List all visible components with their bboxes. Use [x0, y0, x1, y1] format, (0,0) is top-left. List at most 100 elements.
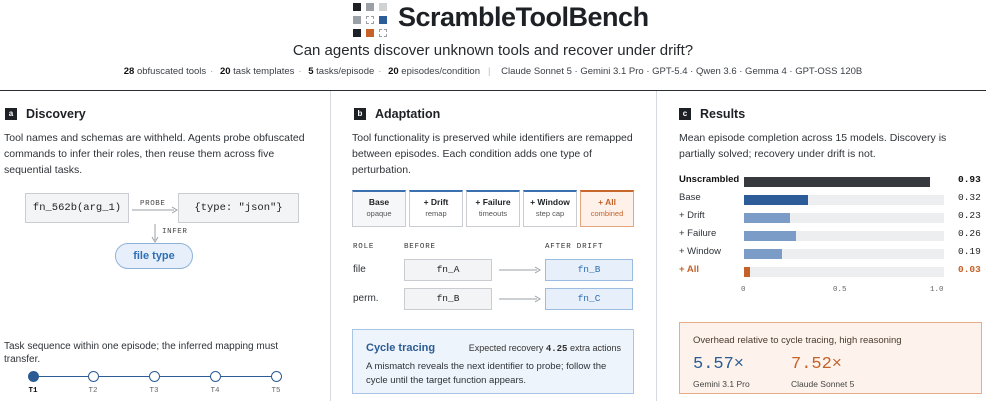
condition-name: + Window [530, 197, 570, 207]
condition-name: Base [368, 197, 390, 207]
bar-category-label: + Window [679, 246, 721, 257]
stat-value: 20 [388, 66, 399, 77]
bar [744, 213, 790, 223]
discovery-heading: a Discovery [5, 107, 86, 121]
stat-value: 28 [123, 66, 135, 77]
task-label: T1 [28, 387, 38, 395]
condition-drift: + Drift remap [409, 190, 463, 227]
page-subtitle: Can agents discover unknown tools and re… [292, 42, 694, 59]
bar-value-label: 0.03 [958, 264, 981, 275]
stat-value: 20 [219, 66, 231, 77]
stat-label: obfuscated tools [136, 66, 207, 77]
stats-line: 28 obfuscated tools · 20 task templates · … [123, 66, 863, 77]
condition-name: + All [598, 197, 616, 207]
bar-value-label: 0.26 [958, 228, 981, 239]
mapping-role: perm. [353, 293, 379, 304]
role-column-header: ROLE [353, 243, 375, 251]
task-node [271, 371, 282, 382]
panel-badge: b [354, 108, 366, 120]
panel-title: Results [700, 107, 746, 121]
expected-recovery: Expected recovery 4.25 extra actions [469, 343, 621, 354]
logo-icon [353, 3, 389, 37]
results-description: Mean episode completion across 15 models… [679, 132, 947, 160]
task-label: T4 [210, 387, 220, 395]
stat-label: episodes/condition [401, 66, 480, 77]
sequence-caption: Task sequence within one episode; the in… [4, 341, 279, 365]
inferred-role-pill: file type [115, 243, 193, 269]
bar [744, 195, 808, 205]
condition-failure: + Failure timeouts [466, 190, 520, 227]
recovery-value: 4.25 [545, 344, 568, 354]
task-label: T3 [149, 387, 159, 395]
mapping-role: file [353, 264, 366, 275]
bar [744, 177, 930, 187]
overhead-model: Gemini 3.1 Pro [693, 379, 750, 389]
bar [744, 249, 782, 259]
overhead-value: 5.57× [693, 355, 745, 374]
task-label: T2 [88, 387, 98, 395]
mapping-before: fn_A [404, 259, 492, 281]
bar-value-label: 0.32 [958, 192, 981, 203]
task-node [28, 371, 39, 382]
bar [744, 231, 796, 241]
bar-category-label: + All [679, 264, 699, 275]
overhead-box: Overhead relative to cycle tracing, high… [679, 322, 982, 394]
bar-track [744, 267, 944, 277]
bar-value-label: 0.19 [958, 246, 981, 257]
axis-tick-label: 1.0 [930, 286, 944, 294]
stat-label: task templates [233, 66, 295, 77]
remap-arrow-icon [499, 266, 541, 274]
mapping-before: fn_B [404, 288, 492, 310]
stat-label: tasks/episode [316, 66, 375, 77]
remap-arrow-icon [499, 295, 541, 303]
column-divider [330, 91, 331, 401]
model-list: Claude Sonnet 5 · Gemini 3.1 Pro · GPT-5… [501, 66, 863, 77]
recovery-suffix: extra actions [569, 343, 621, 353]
bar-category-label: Base [679, 192, 701, 203]
panel-badge: a [5, 108, 17, 120]
panel-title: Adaptation [375, 107, 441, 121]
recovery-prefix: Expected recovery [468, 343, 544, 353]
overhead-title: Overhead relative to cycle tracing, high… [693, 335, 902, 346]
condition-sub: combined [590, 209, 624, 218]
task-label: T5 [271, 387, 281, 395]
column-divider [656, 91, 657, 401]
overhead-value: 7.52× [791, 355, 843, 374]
condition-sub: step cap [535, 209, 565, 218]
condition-all: + All combined [580, 190, 634, 227]
bar [744, 267, 750, 277]
condition-window: + Window step cap [523, 190, 577, 227]
adaptation-description: Tool functionality is preserved while id… [352, 132, 633, 176]
cycle-title: Cycle tracing [366, 342, 436, 354]
before-column-header: BEFORE [404, 243, 436, 251]
response-box: {type: "json"} [178, 193, 299, 223]
condition-name: + Failure [475, 197, 511, 207]
bar-value-label: 0.93 [958, 174, 981, 185]
task-node [149, 371, 160, 382]
overhead-model: Claude Sonnet 5 [791, 379, 855, 389]
axis-tick-label: 0.5 [833, 286, 847, 294]
mapping-after: fn_C [545, 288, 633, 310]
condition-sub: timeouts [478, 209, 508, 218]
bar-value-label: 0.23 [958, 210, 981, 221]
adaptation-heading: b Adaptation [354, 107, 440, 121]
condition-sub: opaque [366, 209, 392, 218]
bar-category-label: Unscrambled [679, 174, 740, 185]
condition-name: + Drift [423, 197, 449, 207]
mapping-after: fn_B [545, 259, 633, 281]
panel-title: Discovery [26, 107, 86, 121]
results-heading: c Results [679, 107, 745, 121]
infer-arrow-icon [151, 224, 159, 243]
cycle-description: A mismatch reveals the next identifier t… [366, 361, 607, 386]
page-title: ScrambleToolBench [398, 2, 649, 32]
bar-category-label: + Failure [679, 228, 717, 239]
panel-badge: c [679, 108, 691, 120]
cycle-tracing-box: Cycle tracing Expected recovery 4.25 ext… [352, 329, 634, 394]
task-node [88, 371, 99, 382]
after-column-header: AFTER DRIFT [545, 243, 604, 251]
probe-arrow-icon [132, 206, 178, 214]
stat-value: 5 [308, 66, 314, 77]
tool-call-box: fn_562b(arg_1) [25, 193, 129, 223]
discovery-description: Tool names and schemas are withheld. Age… [4, 132, 305, 176]
axis-tick-label: 0 [741, 286, 746, 294]
